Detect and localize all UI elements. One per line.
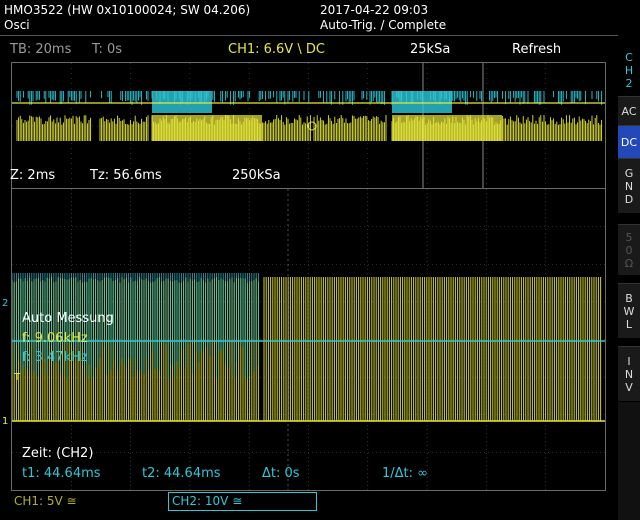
bwl-letter: W — [623, 304, 635, 318]
ch1-trigger-readout[interactable]: CH1: 6.6V \ DC — [228, 42, 325, 58]
cursor-inverse-delta-t: 1/Δt: ∞ — [382, 466, 428, 481]
cursor-delta-t: Δt: 0s — [262, 466, 300, 481]
inv-letter: V — [625, 380, 633, 394]
cursor-source: Zeit: (CH2) — [22, 446, 94, 461]
ch1-frequency: f: 9.06kHz — [22, 331, 88, 346]
ch1-status[interactable]: CH1: 5V ≅ — [14, 494, 77, 508]
fifty-letter: 0 — [625, 243, 633, 257]
bwl-letter: L — [625, 317, 633, 331]
gnd-letter: G — [624, 166, 634, 180]
ch2-burst — [392, 91, 452, 113]
header-divider — [0, 35, 618, 36]
trigger-time-readout[interactable]: T: 0s — [92, 42, 122, 58]
zoom-factor[interactable]: Z: 2ms — [10, 168, 55, 184]
ch2-frequency: f: 3.47kHz — [22, 350, 88, 365]
inv-letter: I — [627, 354, 631, 368]
ch1-level-marker[interactable]: 1 — [2, 416, 8, 427]
bwl-letter: B — [625, 291, 633, 305]
fifty-ohm-button[interactable]: 5 0 Ω — [618, 224, 640, 275]
inv-letter: N — [624, 367, 634, 381]
cursor-t1: t1: 44.64ms — [22, 466, 101, 481]
ch2-burst — [152, 91, 212, 113]
dc-coupling-button[interactable]: DC — [618, 125, 640, 158]
gnd-letter: D — [624, 192, 634, 206]
zoom-sample-rate: 250kSa — [232, 168, 281, 183]
ohm-symbol: Ω — [624, 256, 634, 270]
trigger-status: Auto-Trig. / Complete — [320, 18, 447, 32]
ac-coupling-button[interactable]: AC — [618, 96, 640, 125]
channel-label-h: H — [624, 63, 634, 77]
acquisition-mode[interactable]: Refresh — [512, 42, 561, 58]
bandwidth-limit-button[interactable]: B W L — [618, 283, 640, 338]
ch2-level-marker[interactable]: 2 — [2, 298, 8, 309]
gnd-letter: N — [624, 179, 634, 193]
timebase-readout[interactable]: TB: 20ms — [10, 42, 71, 58]
channel-label-2: 2 — [625, 76, 633, 90]
side-menu-filler — [618, 402, 640, 520]
ch1-burst — [152, 115, 262, 141]
fifty-letter: 5 — [625, 230, 633, 244]
ch1-trace — [16, 115, 603, 141]
trigger-level-marker[interactable]: T — [14, 372, 20, 383]
zoom-waveform — [12, 189, 605, 490]
ch2-status[interactable]: CH2: 10V ≅ — [168, 492, 317, 511]
sample-rate-readout: 25kSa — [410, 42, 451, 57]
ac-label: AC — [621, 104, 637, 118]
auto-measure-title: Auto Messung — [22, 311, 114, 326]
app-name: Osci — [4, 18, 30, 32]
device-info: HMO3522 (HW 0x10100024; SW 04.206) — [4, 3, 251, 17]
channel-menu-label: C H 2 — [618, 46, 640, 94]
datetime: 2017-04-22 09:03 — [320, 3, 429, 17]
zoom-waveform-panel[interactable] — [11, 188, 606, 491]
ch1-burst — [392, 115, 502, 141]
dc-label: DC — [620, 135, 638, 149]
invert-button[interactable]: I N V — [618, 346, 640, 401]
zoom-position[interactable]: Tz: 56.6ms — [90, 168, 162, 184]
channel-label-c: C — [625, 50, 633, 64]
gnd-button[interactable]: G N D — [618, 158, 640, 213]
cursor-t2: t2: 44.64ms — [142, 466, 221, 481]
